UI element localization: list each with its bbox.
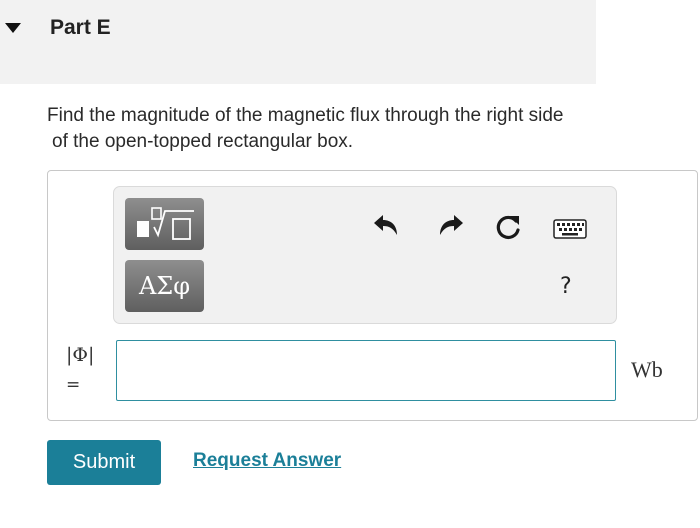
unit-label: Wb (631, 357, 663, 382)
redo-icon[interactable] (437, 213, 465, 244)
math-templates-icon (137, 207, 194, 240)
templates-button[interactable] (125, 198, 204, 250)
submit-button[interactable]: Submit (47, 440, 161, 485)
part-header: Part E (0, 0, 596, 84)
answer-input[interactable] (116, 340, 616, 401)
question-line-1: Find the magnitude of the magnetic flux … (47, 105, 564, 126)
request-answer-link[interactable]: Request Answer (193, 450, 341, 472)
help-button[interactable]: ? (560, 274, 572, 299)
part-title: Part E (50, 16, 111, 39)
equals-sign: = (66, 375, 81, 395)
reset-icon[interactable] (494, 213, 524, 248)
answer-variable-label: |Φ| (66, 344, 95, 366)
caret-down-icon[interactable] (5, 23, 21, 33)
keyboard-icon[interactable] (553, 219, 587, 244)
question-line-2: of the open-topped rectangular box. (52, 131, 354, 152)
undo-icon[interactable] (372, 213, 400, 244)
greek-symbols-button[interactable]: ΑΣφ (125, 260, 204, 312)
question-text: Find the magnitude of the magnetic flux … (47, 103, 667, 155)
